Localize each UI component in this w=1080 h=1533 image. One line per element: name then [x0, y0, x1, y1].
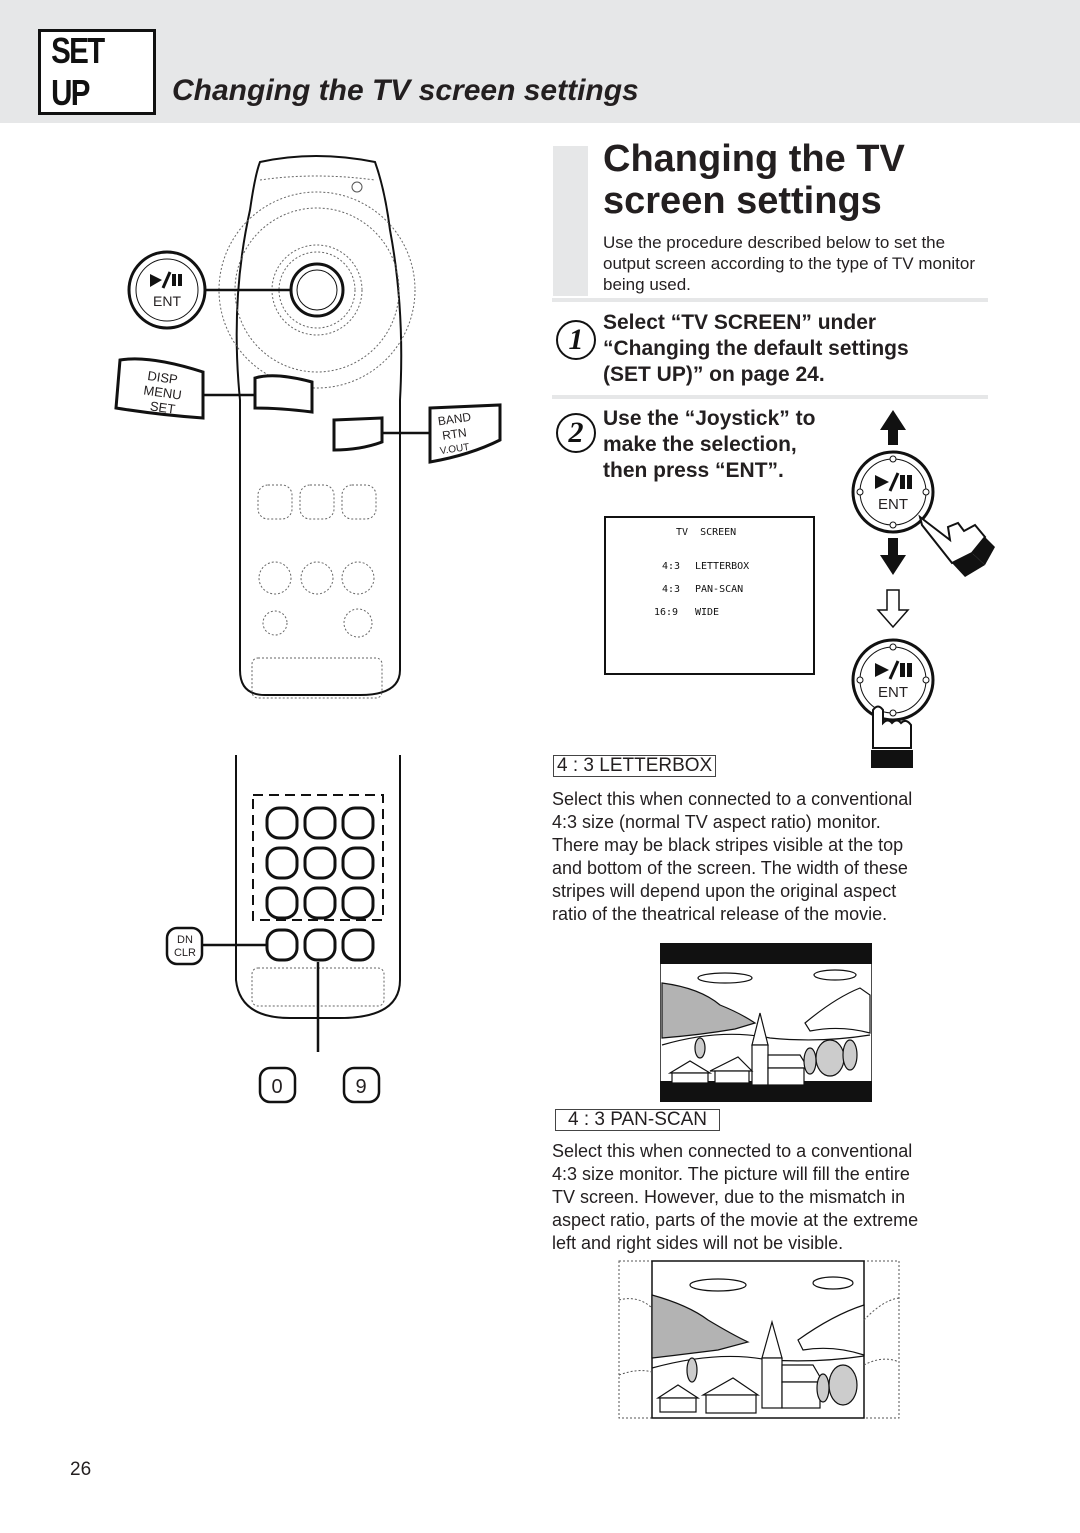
- letterbox-top-bar: [660, 943, 872, 964]
- step-number-1: 1: [556, 320, 596, 360]
- dn-label: DN: [177, 934, 193, 946]
- hand-pointer-icon: [918, 514, 995, 577]
- ent-label: ENT: [878, 496, 908, 513]
- text-line: stripes will depend upon the original as…: [552, 881, 897, 901]
- remote-control-upper: ENT DISP MENU SET BAND RTN V.OUT: [114, 155, 502, 699]
- divider: [552, 298, 988, 302]
- step-line: Select “TV SCREEN” under: [603, 311, 877, 334]
- text-line: aspect ratio, parts of the movie at the …: [552, 1210, 919, 1230]
- zero-key: [303, 928, 337, 962]
- step-line: then press “ENT”.: [603, 459, 784, 482]
- step-1-text: Select “TV SCREEN” under “Changing the d…: [603, 310, 909, 388]
- disp-menu-set-callout: DISP MENU SET: [114, 357, 205, 420]
- text-line: There may be black stripes visible at th…: [552, 835, 904, 855]
- ent-label: ENT: [878, 684, 908, 701]
- key-9-label: 9: [355, 1076, 366, 1098]
- step-line: “Changing the default settings: [603, 337, 909, 360]
- step-line: make the selection,: [603, 433, 797, 456]
- step-number-2: 2: [556, 413, 596, 453]
- tv-screen-menu-display: TV SCREEN 4:3 LETTERBOX 4:3 PAN-SCAN 16:…: [604, 516, 815, 675]
- osd-option-wide: WIDE: [695, 607, 720, 618]
- band-button: [332, 416, 384, 452]
- page-title-line: screen settings: [603, 180, 882, 222]
- ent-button-pressed-icon: ENT: [851, 638, 935, 768]
- joystick-button: [289, 262, 345, 318]
- text-line: and bottom of the screen. The width of t…: [552, 858, 908, 878]
- text-line: Select this when connected to a conventi…: [552, 789, 913, 809]
- page-number: 26: [70, 1459, 92, 1480]
- section-title: Changing the TV screen settings: [172, 74, 639, 107]
- text-line: TV screen. However, due to the mismatch …: [552, 1187, 906, 1207]
- mode-tag-pan-scan: 4 : 3 PAN-SCAN: [555, 1109, 721, 1131]
- osd-option-pan-scan: PAN-SCAN: [695, 584, 744, 595]
- section-badge: SET UP: [38, 29, 156, 115]
- joystick-diagram: ENT ENT: [851, 410, 995, 768]
- mode-tag-letterbox: 4 : 3 LETTERBOX: [553, 755, 717, 777]
- step-line: Use the “Joystick” to: [603, 407, 816, 430]
- text-line: left and right sides will not be visible…: [552, 1233, 844, 1253]
- key-0-label: 0: [271, 1076, 282, 1098]
- ent-callout-label: ENT: [153, 293, 181, 309]
- osd-ratio: 4:3: [662, 584, 681, 595]
- ent-callout-icon: ENT: [127, 250, 207, 330]
- osd-ratio: 4:3: [662, 561, 681, 572]
- text-line: 4:3 size monitor. The picture will fill …: [552, 1164, 910, 1184]
- remote-control-keypad: DN CLR 0 9: [165, 755, 401, 1104]
- clr-label: CLR: [174, 947, 196, 959]
- text-line: 4:3 size (normal TV aspect ratio) monito…: [552, 812, 881, 832]
- page-title-line: Changing the TV: [603, 138, 905, 180]
- osd-ratio: 16:9: [654, 607, 679, 618]
- pan-scan-description: Select this when connected to a conventi…: [552, 1140, 982, 1255]
- page-title: Changing the TV screen settings: [603, 138, 905, 222]
- band-rtn-vout-callout: BAND RTN V.OUT: [428, 403, 502, 464]
- hollow-arrow-down-icon: [876, 589, 910, 629]
- dn-clr-key: [265, 928, 299, 962]
- osd-title: TV SCREEN: [676, 527, 737, 538]
- step-2-text: Use the “Joystick” to make the selection…: [603, 406, 815, 484]
- step-line: (SET UP)” on page 24.: [603, 363, 825, 386]
- letterbox-illustration: [660, 943, 872, 1102]
- intro-text: Use the procedure described below to set…: [603, 233, 976, 294]
- arrow-down-icon: [880, 538, 906, 575]
- text-line: ratio of the theatrical release of the m…: [552, 904, 888, 924]
- section-badge-label: SET UP: [51, 30, 105, 113]
- pan-scan-illustration: [618, 1260, 900, 1419]
- letterbox-description: Select this when connected to a conventi…: [552, 788, 982, 926]
- title-accent-bar: [553, 146, 588, 296]
- divider: [552, 395, 988, 399]
- osd-option-letterbox: LETTERBOX: [695, 561, 750, 572]
- text-line: Select this when connected to a conventi…: [552, 1141, 913, 1161]
- arrow-up-icon: [880, 410, 906, 445]
- disp-button: [253, 374, 314, 414]
